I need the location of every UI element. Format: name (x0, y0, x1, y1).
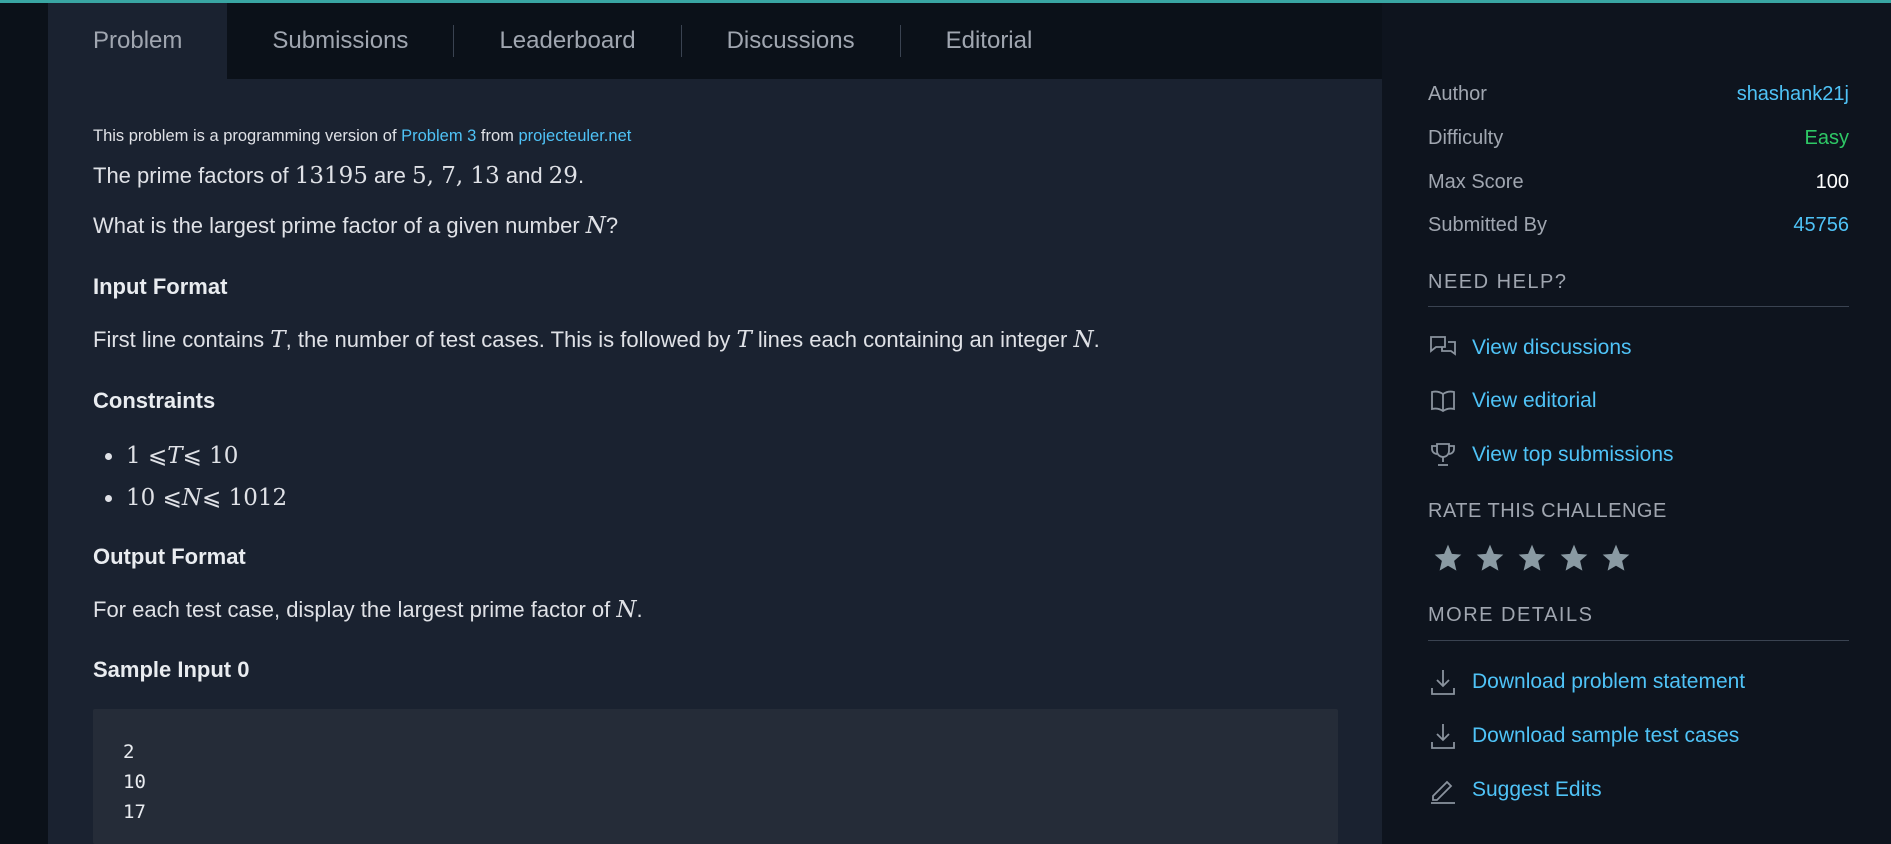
sample-input-heading: Sample Input 0 (93, 657, 250, 682)
constraints-list: 1 ⩽ T ⩽ 10 10 ⩽ N ⩽ 10 12 (93, 435, 287, 519)
submitted-by-link[interactable]: 45756 (1793, 214, 1849, 237)
input-format-heading: Input Format (93, 274, 228, 299)
code-line: 2 (123, 741, 135, 763)
text: . (577, 163, 585, 188)
text: For each test case, display the largest … (93, 597, 617, 622)
math-text: 10 ⩽ (126, 485, 182, 511)
math-exponent: 12 (257, 485, 288, 511)
output-format-heading: Output Format (93, 544, 246, 569)
math-var: T (736, 327, 752, 353)
math-text: 1 ⩽ (126, 443, 168, 469)
download-statement-label: Download problem statement (1472, 670, 1746, 693)
math-text: ⩽ 10 (201, 485, 258, 511)
constraints-heading: Constraints (93, 388, 216, 413)
math-factors: 5, 7, 13 (411, 163, 500, 189)
intro-paragraph: The prime factors of 13195 are 5, 7, 13 … (93, 163, 584, 189)
code-line: 17 (123, 801, 146, 823)
math-text: ⩽ 10 (182, 443, 239, 469)
star-icon[interactable] (1516, 540, 1558, 576)
rate-challenge-title: RATE THIS CHALLENGE (1428, 500, 1667, 522)
problem-panel: This problem is a programming version of… (48, 79, 1382, 844)
star-icon[interactable] (1558, 540, 1600, 576)
math-number: 13195 (294, 163, 368, 189)
submitted-by-label: Submitted By (1428, 213, 1547, 236)
download-icon (1428, 667, 1458, 697)
math-var: N (585, 213, 606, 239)
text: . (636, 597, 643, 622)
tab-discussions[interactable]: Discussions (682, 3, 900, 79)
bullet (105, 494, 112, 502)
star-icon[interactable] (1432, 540, 1474, 576)
author-label: Author (1428, 82, 1487, 105)
author-row: Author shashank21j (1428, 79, 1849, 109)
text: are (367, 163, 412, 188)
view-top-submissions-link[interactable]: View top submissions (1428, 438, 1674, 472)
left-gutter (0, 3, 48, 844)
pencil-icon (1428, 775, 1458, 805)
question-paragraph: What is the largest prime factor of a gi… (93, 213, 618, 239)
text: , the number of test cases. This is foll… (285, 327, 737, 352)
view-discussions-label: View discussions (1472, 336, 1632, 359)
tab-problem[interactable]: Problem (48, 3, 228, 79)
text: and (499, 163, 549, 188)
suggest-edits-link[interactable]: Suggest Edits (1428, 773, 1602, 807)
suggest-edits-label: Suggest Edits (1472, 778, 1602, 801)
text: . (1093, 327, 1100, 352)
input-format-text: First line contains T, the number of tes… (93, 327, 1100, 353)
text: What is the largest prime factor of a gi… (93, 213, 586, 238)
divider (1428, 306, 1849, 307)
tab-leaderboard[interactable]: Leaderboard (454, 3, 680, 79)
max-score-value: 100 (1815, 170, 1849, 193)
max-score-row: Max Score 100 (1428, 167, 1849, 197)
list-item: 10 ⩽ N ⩽ 10 12 (93, 477, 287, 519)
output-format-text: For each test case, display the largest … (93, 597, 643, 623)
code-line: 10 (123, 771, 146, 793)
divider (1428, 640, 1849, 641)
text: ? (605, 213, 619, 238)
math-var: N (181, 485, 202, 511)
rating-stars[interactable] (1432, 540, 1642, 576)
math-number: 29 (548, 163, 578, 189)
view-discussions-link[interactable]: View discussions (1428, 331, 1632, 365)
source-mid: from (476, 127, 519, 145)
source-prefix: This problem is a programming version of (93, 127, 402, 145)
math-var: T (167, 443, 183, 469)
max-score-label: Max Score (1428, 170, 1524, 193)
view-editorial-label: View editorial (1472, 389, 1597, 412)
text: First line contains (93, 327, 271, 352)
star-icon[interactable] (1600, 540, 1642, 576)
difficulty-row: Difficulty Easy (1428, 123, 1849, 153)
download-statement-link[interactable]: Download problem statement (1428, 665, 1745, 699)
list-item: 1 ⩽ T ⩽ 10 (93, 435, 287, 477)
math-var: N (616, 597, 637, 623)
math-var: N (1073, 327, 1094, 353)
view-editorial-link[interactable]: View editorial (1428, 384, 1597, 418)
download-samples-label: Download sample test cases (1472, 724, 1740, 747)
bullet (105, 452, 112, 460)
download-icon (1428, 721, 1458, 751)
tab-submissions[interactable]: Submissions (227, 3, 453, 79)
text: lines each containing an integer (751, 327, 1074, 352)
difficulty-value: Easy (1804, 126, 1849, 149)
more-details-title: MORE DETAILS (1428, 604, 1594, 626)
text: The prime factors of (93, 163, 295, 188)
trophy-icon (1428, 440, 1458, 470)
need-help-title: NEED HELP? (1428, 271, 1568, 293)
difficulty-label: Difficulty (1428, 126, 1504, 149)
math-var: T (270, 327, 286, 353)
book-icon (1428, 386, 1458, 416)
star-icon[interactable] (1474, 540, 1516, 576)
source-note: This problem is a programming version of… (93, 127, 631, 146)
download-samples-link[interactable]: Download sample test cases (1428, 719, 1739, 753)
author-link[interactable]: shashank21j (1737, 83, 1849, 106)
view-top-submissions-label: View top submissions (1472, 443, 1674, 466)
sample-input-code[interactable]: 2 10 17 (93, 709, 1338, 844)
chat-icon (1428, 333, 1458, 363)
projecteuler-link[interactable]: projecteuler.net (519, 127, 632, 145)
problem-3-link[interactable]: Problem 3 (401, 127, 476, 145)
tab-editorial[interactable]: Editorial (901, 3, 1078, 79)
tab-bar: Problem Submissions Leaderboard Discussi… (48, 3, 1382, 79)
submitted-by-row: Submitted By 45756 (1428, 210, 1849, 240)
